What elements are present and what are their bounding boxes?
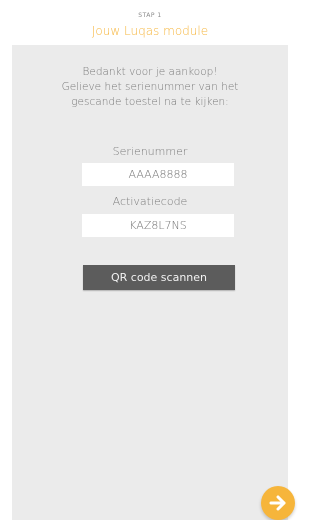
intro-line-3: gescande toestel na te kijken: [71, 96, 229, 108]
activation-code-field[interactable]: KAZ8L7NS [82, 214, 234, 237]
page-title: Jouw Luqas module [91, 24, 209, 38]
intro-text: Bedankt voor je aankoop! Gelieve het ser… [32, 65, 268, 110]
arrow-right-icon [269, 495, 286, 511]
content-panel: Bedankt voor je aankoop! Gelieve het ser… [12, 45, 288, 520]
qr-scan-button[interactable]: QR code scannen [83, 265, 235, 290]
header: STAP 1 Jouw Luqas module [0, 0, 300, 45]
serial-label: Serienummer [112, 145, 188, 158]
intro-line-1: Bedankt voor je aankoop! [82, 66, 218, 78]
serial-number-field[interactable]: AAAA8888 [82, 163, 234, 186]
intro-line-2: Gelieve het serienummer van het [61, 81, 239, 93]
activation-label: Activatiecode [112, 195, 188, 208]
step-label: STAP 1 [138, 12, 162, 19]
next-button[interactable] [261, 486, 295, 520]
